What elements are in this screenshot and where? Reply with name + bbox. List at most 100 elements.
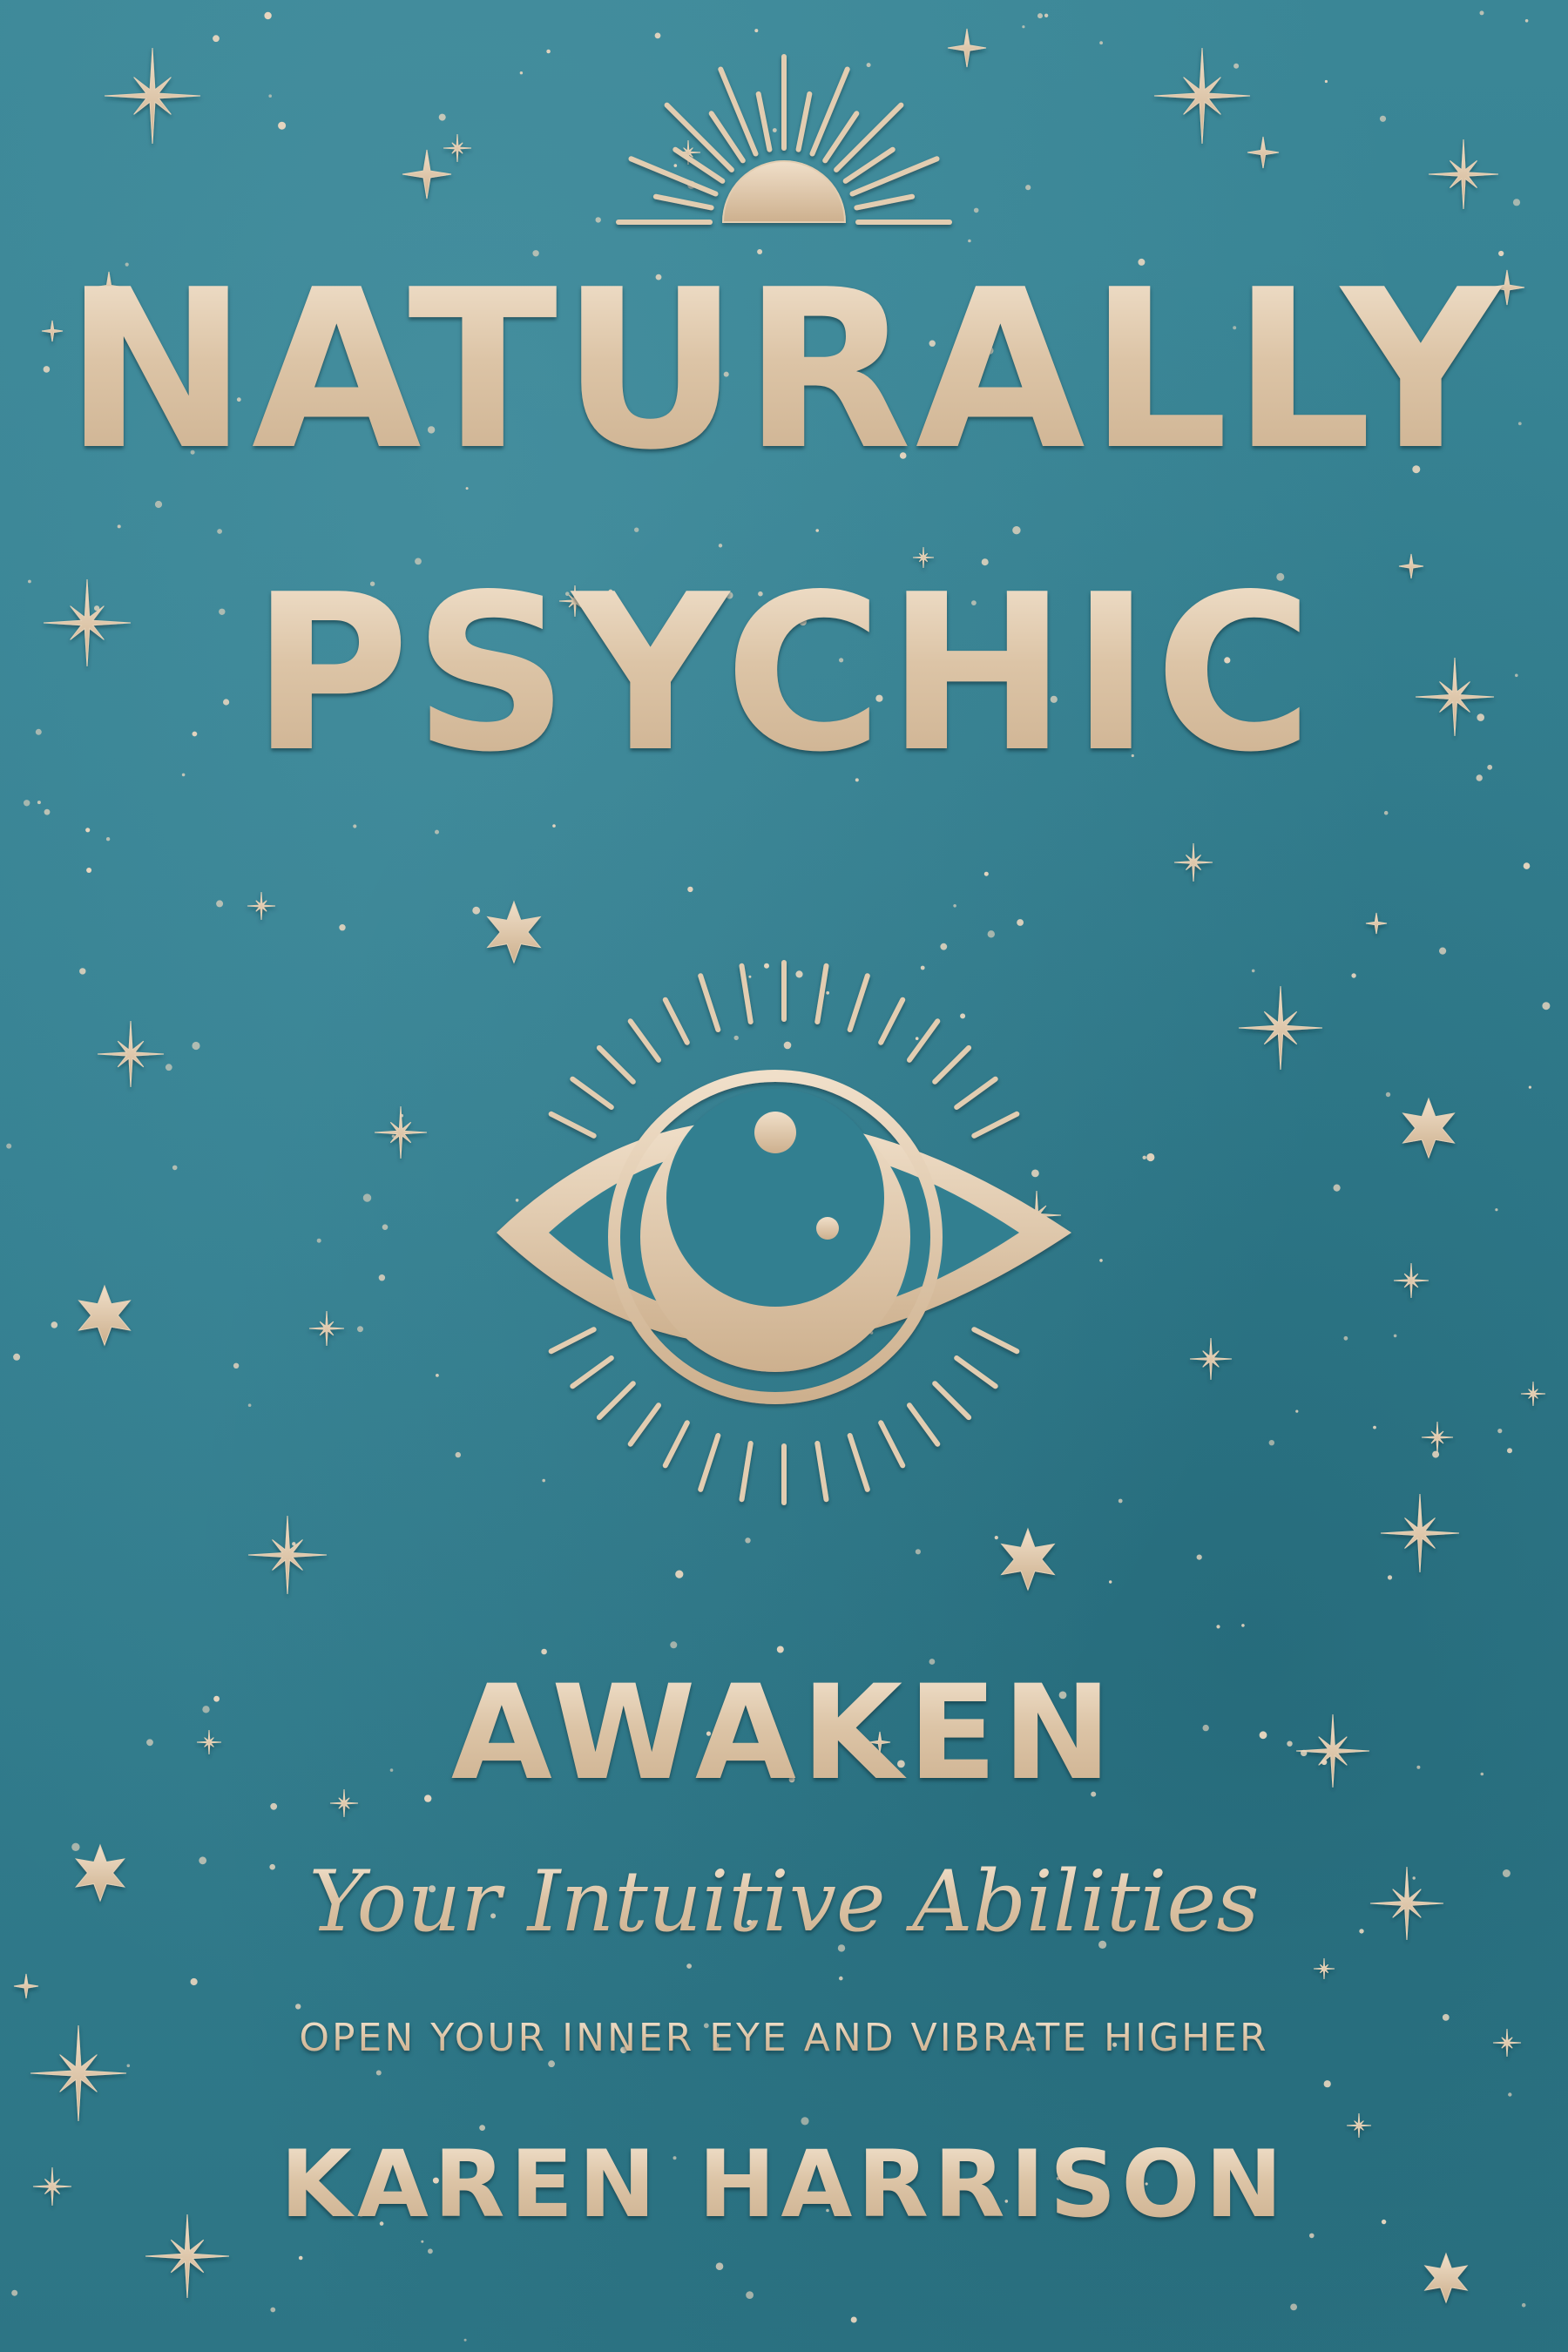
star-dot bbox=[983, 871, 989, 876]
star-dot bbox=[1507, 1448, 1512, 1454]
star-dot bbox=[436, 1374, 439, 1377]
star-dot bbox=[519, 71, 524, 75]
star-dot bbox=[1323, 2080, 1331, 2088]
sparkle-star-icon bbox=[1428, 139, 1499, 210]
tagline: OPEN YOUR INNER EYE AND VIBRATE HIGHER bbox=[0, 2019, 1568, 2058]
star-dot bbox=[298, 2255, 303, 2261]
star-dot bbox=[764, 963, 769, 969]
star-dot bbox=[51, 1321, 58, 1328]
star-dot bbox=[479, 2125, 485, 2132]
star-dot bbox=[190, 1977, 198, 1986]
star-dot bbox=[270, 1802, 278, 1810]
six-point-star-icon bbox=[486, 900, 542, 964]
star-dot bbox=[316, 1238, 321, 1243]
star-dot bbox=[673, 164, 678, 167]
star-dot bbox=[795, 970, 803, 978]
star-dot bbox=[1099, 41, 1103, 45]
subtitle: Your Intuitive Abilities bbox=[0, 1860, 1568, 1943]
star-dot bbox=[687, 886, 693, 893]
sparkle-star-icon bbox=[247, 891, 276, 921]
star-dot bbox=[105, 837, 111, 841]
star-dot bbox=[595, 217, 601, 223]
star-dot bbox=[11, 2289, 18, 2296]
star-dot bbox=[1495, 1208, 1498, 1212]
star-dot bbox=[541, 1648, 547, 1655]
star-dot bbox=[654, 32, 661, 39]
star-dot bbox=[1497, 1429, 1503, 1434]
sparkle-star-icon bbox=[1247, 136, 1280, 169]
star-dot bbox=[1479, 10, 1484, 16]
star-dot bbox=[233, 1362, 240, 1369]
six-point-star-icon bbox=[78, 1284, 132, 1347]
star-dot bbox=[515, 1199, 519, 1202]
star-dot bbox=[1528, 1085, 1531, 1089]
star-dot bbox=[1385, 1092, 1391, 1098]
star-dot bbox=[1037, 13, 1043, 19]
star-dot bbox=[455, 1451, 461, 1458]
star-dot bbox=[960, 1013, 966, 1019]
star-dot bbox=[748, 975, 752, 978]
star-dot bbox=[117, 524, 121, 529]
star-dot bbox=[435, 829, 439, 835]
star-dot bbox=[1025, 185, 1031, 191]
star-dot bbox=[362, 1193, 372, 1202]
star-dot bbox=[715, 2262, 724, 2270]
star-dot bbox=[295, 2004, 301, 2010]
star-dot bbox=[165, 1064, 172, 1071]
sparkle-star-icon bbox=[1346, 2112, 1372, 2139]
star-dot bbox=[953, 904, 956, 908]
star-dot bbox=[940, 943, 948, 950]
headline: AWAKEN bbox=[0, 1668, 1568, 1799]
star-dot bbox=[973, 207, 979, 213]
star-dot bbox=[438, 113, 446, 121]
star-dot bbox=[968, 239, 971, 243]
sparkle-star-icon bbox=[308, 1310, 345, 1347]
star-dot bbox=[278, 121, 287, 130]
sparkle-star-icon bbox=[374, 1105, 428, 1159]
author-name: KAREN HARRISON bbox=[0, 2139, 1568, 2231]
star-dot bbox=[1251, 969, 1255, 973]
sparkle-star-icon bbox=[1238, 985, 1323, 1071]
star-dot bbox=[718, 544, 723, 548]
star-dot bbox=[126, 2064, 131, 2068]
star-dot bbox=[1439, 947, 1447, 955]
sparkle-star-icon bbox=[1173, 842, 1213, 882]
star-dot bbox=[1044, 13, 1049, 17]
star-dot bbox=[6, 1143, 12, 1149]
star-dot bbox=[264, 11, 272, 20]
star-dot bbox=[1241, 1624, 1245, 1627]
star-dot bbox=[815, 529, 819, 532]
sparkle-star-icon bbox=[1421, 1421, 1454, 1454]
star-dot bbox=[552, 824, 556, 828]
star-dot bbox=[375, 2070, 382, 2076]
star-dot bbox=[1432, 1450, 1440, 1458]
star-dot bbox=[1022, 25, 1025, 29]
star-dot bbox=[192, 1041, 200, 1051]
star-dot bbox=[1268, 1440, 1275, 1446]
star-dot bbox=[987, 930, 996, 938]
star-dot bbox=[1393, 1334, 1397, 1338]
six-point-star-icon bbox=[1402, 1097, 1456, 1159]
sparkle-star-icon bbox=[1313, 1957, 1335, 1980]
eye-icon bbox=[497, 960, 1071, 1505]
sunburst-icon bbox=[616, 54, 952, 225]
star-dot bbox=[421, 2240, 424, 2243]
sparkle-star-icon bbox=[104, 47, 201, 145]
star-dot bbox=[754, 29, 759, 33]
star-dot bbox=[915, 1549, 921, 1555]
star-dot bbox=[1333, 1184, 1341, 1192]
book-title-line1: NATURALLY bbox=[0, 261, 1568, 481]
star-dot bbox=[776, 1646, 784, 1653]
star-dot bbox=[850, 2316, 857, 2323]
star-dot bbox=[1233, 63, 1240, 69]
star-dot bbox=[994, 1536, 998, 1540]
star-dot bbox=[1295, 1409, 1299, 1413]
star-dot bbox=[675, 1570, 684, 1578]
sparkle-star-icon bbox=[247, 1515, 328, 1595]
star-dot bbox=[733, 1035, 739, 1041]
star-dot bbox=[378, 1274, 386, 1281]
star-dot bbox=[216, 900, 224, 908]
star-dot bbox=[1109, 1580, 1112, 1584]
star-dot bbox=[391, 1134, 395, 1139]
star-dot bbox=[686, 1963, 692, 1969]
